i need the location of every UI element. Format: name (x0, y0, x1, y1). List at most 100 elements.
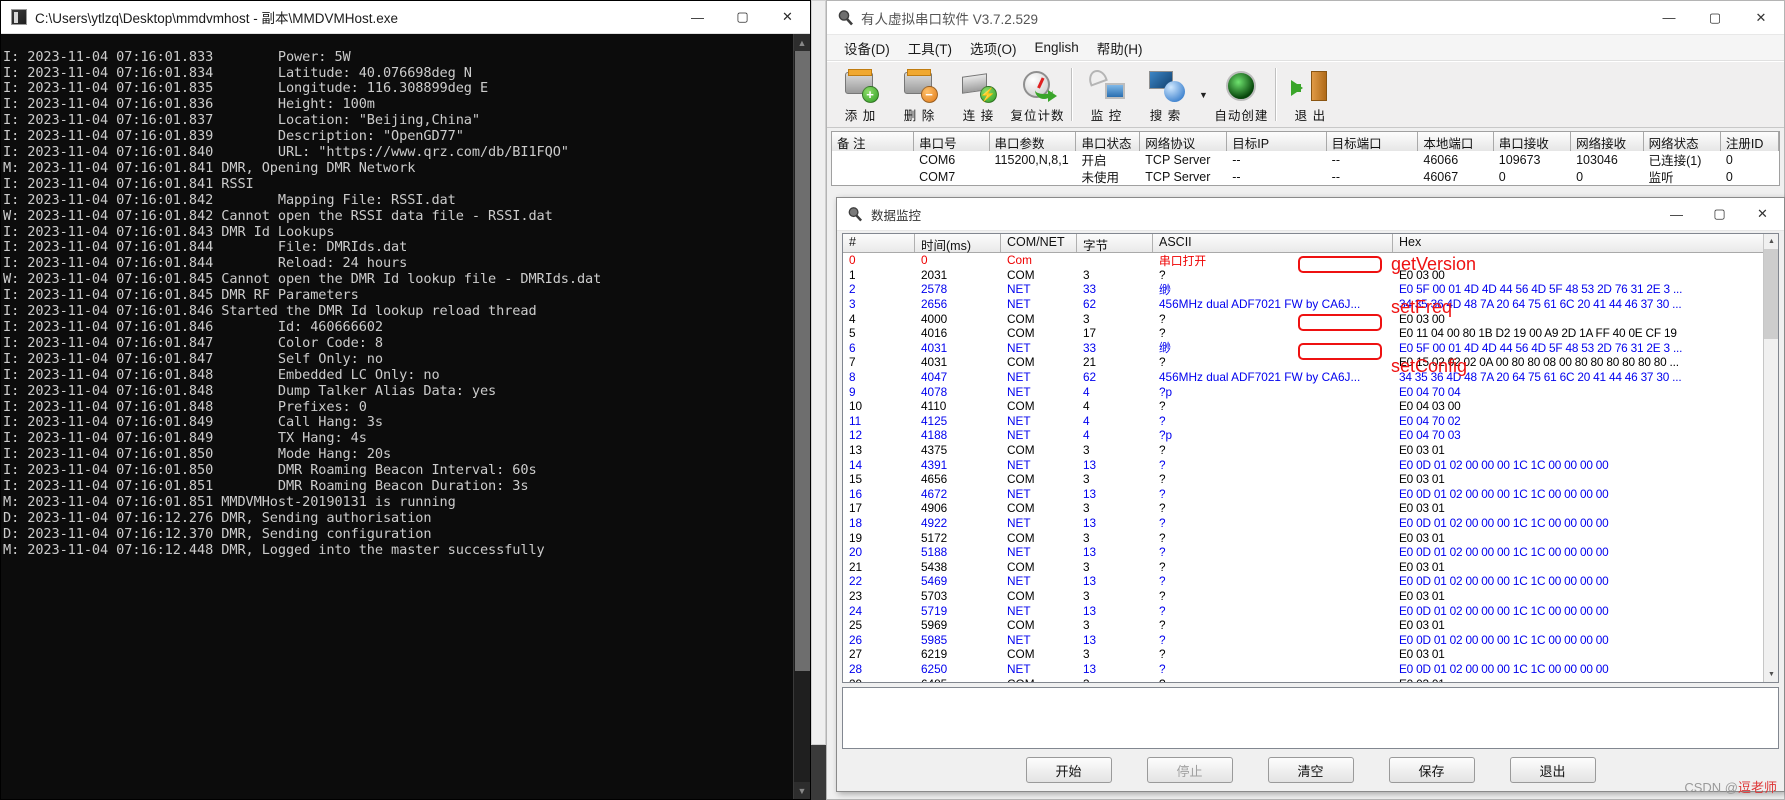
monitor-stop-button[interactable]: 停止 (1146, 757, 1233, 783)
cell-ascii: ? (1159, 661, 1166, 676)
menu-options[interactable]: 选项(O) (961, 35, 1026, 61)
monitor-row[interactable]: 28 6250 NET 13? E0 0D 01 02 00 00 00 1C 1C 0… (843, 662, 1778, 677)
cell-hex: E0 03 01 (1399, 588, 1445, 603)
console-scroll-up-icon[interactable]: ▲ (793, 34, 810, 51)
col-time[interactable]: 时间(ms) (915, 234, 1001, 253)
col-target-ip[interactable]: 目标IP (1227, 132, 1327, 151)
col-ascii[interactable]: ASCII (1153, 234, 1393, 252)
console-close-button[interactable]: ✕ (765, 1, 810, 34)
monitor-start-button[interactable]: 开始 (1025, 757, 1112, 783)
desktop-scroll-thumb[interactable] (811, 0, 826, 745)
col-index[interactable]: # (843, 234, 915, 252)
monitor-row[interactable]: 13 4375 COM 3? E0 03 01 (843, 443, 1778, 458)
monitor-row[interactable]: 5 4016 COM 17? E0 11 04 00 80 1B D2 19 00 A9… (843, 326, 1778, 341)
monitor-grid-rows: 0 0 Com 串口打开 1 2031 COM 3? E0 03 00 2 2578 NET 33 缈 E0… (843, 253, 1778, 682)
menu-english[interactable]: English (1026, 37, 1088, 58)
monitor-row[interactable]: 21 5438 COM 3? E0 03 01 (843, 559, 1778, 574)
toolbar-reset-counter-button[interactable]: 复位计数 (1008, 64, 1067, 125)
col-proto[interactable]: 网络协议 (1140, 132, 1228, 151)
menu-device[interactable]: 设备(D) (835, 35, 899, 61)
col-state[interactable]: 串口状态 (1076, 132, 1141, 151)
console-maximize-button[interactable]: ▢ (720, 1, 765, 34)
monitor-row[interactable]: 25 5969 COM 3? E0 03 01 (843, 618, 1778, 633)
col-param[interactable]: 串口参数 (989, 132, 1077, 151)
monitor-minimize-button[interactable]: — (1655, 198, 1698, 231)
toolbar-auto-create-button[interactable]: 自动创建 (1212, 64, 1271, 125)
monitor-maximize-button[interactable]: ▢ (1698, 198, 1741, 231)
toolbar-connect-button[interactable]: ⚡ 连 接 (949, 64, 1008, 125)
cell-time: 4031 (921, 355, 948, 370)
cell-index: 17 (849, 501, 863, 516)
monitor-row[interactable]: 20 5188 NET 13? E0 0D 01 02 00 00 00 1C 1C 0… (843, 545, 1778, 560)
monitor-row[interactable]: 11 4125 NET 4? E0 04 70 02 (843, 414, 1778, 429)
app-close-button[interactable]: ✕ (1738, 1, 1784, 35)
col-bytes[interactable]: 字节 (1077, 234, 1153, 253)
grid-scroll-down-icon[interactable]: ▼ (1764, 667, 1778, 682)
console-minimize-button[interactable]: — (675, 1, 720, 34)
col-reg-id[interactable]: 注册ID (1720, 132, 1779, 151)
toolbar-search-button[interactable]: 搜 索 (1136, 64, 1195, 125)
col-serial-rx[interactable]: 串口接收 (1493, 132, 1572, 151)
console-title-bar[interactable]: C:\Users\ytlzq\Desktop\mmdvmhost - 副本\MM… (1, 1, 810, 34)
monitor-row[interactable]: 296485COM3?E0 03 01 (843, 676, 1778, 682)
monitor-row[interactable]: 0 0 Com 串口打开 (843, 253, 1778, 268)
console-scrollbar[interactable]: ▲ ▼ (793, 34, 810, 799)
monitor-row[interactable]: 7 4031 COM 21? E0 15 02 02 02 0A 00 80 80 08… (843, 355, 1778, 370)
toolbar-exit-button[interactable]: 退 出 (1281, 64, 1340, 125)
col-comnet[interactable]: COM/NET (1001, 234, 1077, 252)
monitor-log-pane[interactable] (842, 687, 1779, 749)
monitor-row[interactable]: 23 5703 COM 3? E0 03 01 (843, 589, 1778, 604)
monitor-row[interactable]: 3 2656 NET 62 456MHz dual ADF7021 FW by CA6J… (843, 297, 1778, 312)
app-title-bar[interactable]: 有人虚拟串口软件 V3.7.2.529 — ▢ ✕ (827, 1, 1784, 35)
monitor-row[interactable]: 8 4047 NET 62 456MHz dual ADF7021 FW by CA6J… (843, 370, 1778, 385)
monitor-save-button[interactable]: 保存 (1388, 757, 1475, 783)
monitor-clear-button[interactable]: 清空 (1267, 757, 1354, 783)
toolbar-add-button[interactable]: + 添 加 (831, 64, 890, 125)
console-scroll-thumb[interactable] (795, 51, 810, 671)
col-local-port[interactable]: 本地端口 (1418, 132, 1494, 151)
monitor-row[interactable]: 17 4906 COM 3? E0 03 01 (843, 501, 1778, 516)
monitor-row[interactable]: 16 4672 NET 13? E0 0D 01 02 00 00 00 1C 1C 0… (843, 487, 1778, 502)
monitor-row[interactable]: 26 5985 NET 13? E0 0D 01 02 00 00 00 1C 1C 0… (843, 632, 1778, 647)
monitor-row[interactable]: 2 2578 NET 33 缈 E0 5F 00 01 4D 4D 44 56 4D 5F… (843, 282, 1778, 297)
monitor-row[interactable]: 14 4391 NET 13? E0 0D 01 02 00 00 00 1C 1C 0… (843, 457, 1778, 472)
col-hex[interactable]: Hex (1393, 234, 1778, 252)
col-net-state[interactable]: 网络状态 (1643, 132, 1721, 151)
app-maximize-button[interactable]: ▢ (1692, 1, 1738, 35)
col-net-rx[interactable]: 网络接收 (1571, 132, 1644, 151)
grid-scroll-up-icon[interactable]: ▲ (1764, 234, 1778, 249)
monitor-row[interactable]: 10 4110 COM 4? E0 04 03 00 (843, 399, 1778, 414)
monitor-row[interactable]: 6 4031 NET 33 缈 E0 5F 00 01 4D 4D 44 56 4D 5F… (843, 341, 1778, 356)
toolbar-monitor-button[interactable]: 监 控 (1077, 64, 1136, 125)
cell-time: 5703 (921, 588, 948, 603)
monitor-row[interactable]: 22 5469 NET 13? E0 0D 01 02 00 00 00 1C 1C 0… (843, 574, 1778, 589)
grid-scroll-thumb[interactable] (1764, 249, 1778, 339)
monitor-row[interactable]: 12 4188 NET 4 ?p E0 04 70 03 (843, 428, 1778, 443)
monitor-row[interactable]: 19 5172 COM 3? E0 03 01 (843, 530, 1778, 545)
monitor-row[interactable]: 18 4922 NET 13? E0 0D 01 02 00 00 00 1C 1C 0… (843, 516, 1778, 531)
table-row[interactable]: COM6 115200,N,8,1 开启 TCP Server -- -- 46… (832, 151, 1779, 169)
monitor-close-button[interactable]: ✕ (1741, 198, 1784, 231)
monitor-row[interactable]: 9 4078 NET 4 ?p E0 04 70 04 (843, 384, 1778, 399)
col-target-port[interactable]: 目标端口 (1326, 132, 1419, 151)
table-row[interactable]: COM7 未使用 TCP Server -- -- 46067 0 0 监听 0 (832, 168, 1779, 186)
menu-tools[interactable]: 工具(T) (899, 35, 961, 61)
chevron-down-icon[interactable]: ▼ (1195, 64, 1212, 125)
monitor-row[interactable]: 27 6219 COM 3? E0 03 01 (843, 647, 1778, 662)
monitor-grid-scrollbar[interactable]: ▲ ▼ (1763, 234, 1778, 682)
monitor-title-bar[interactable]: 数据监控 — ▢ ✕ (837, 198, 1784, 231)
console-scroll-down-icon[interactable]: ▼ (793, 782, 810, 799)
monitor-row[interactable]: 4 4000 COM 3? E0 03 00 (843, 311, 1778, 326)
monitor-exit-button[interactable]: 退出 (1509, 757, 1596, 783)
cell-index: 8 (849, 370, 856, 385)
monitor-row[interactable]: 1 2031 COM 3? E0 03 00 (843, 268, 1778, 283)
menu-help[interactable]: 帮助(H) (1088, 35, 1152, 61)
col-note[interactable]: 备 注 (832, 132, 915, 151)
monitor-row[interactable]: 24 5719 NET 13? E0 0D 01 02 00 00 00 1C 1C 0… (843, 603, 1778, 618)
cell-hex: E0 03 00 (1399, 311, 1445, 326)
monitor-row[interactable]: 15 4656 COM 3? E0 03 01 (843, 472, 1778, 487)
toolbar-delete-button[interactable]: − 删 除 (890, 64, 949, 125)
app-minimize-button[interactable]: — (1646, 1, 1692, 35)
cell-hex: 34 35 36 4D 48 7A 20 64 75 61 6C 20 41 4… (1399, 297, 1682, 312)
col-com[interactable]: 串口号 (914, 132, 990, 151)
